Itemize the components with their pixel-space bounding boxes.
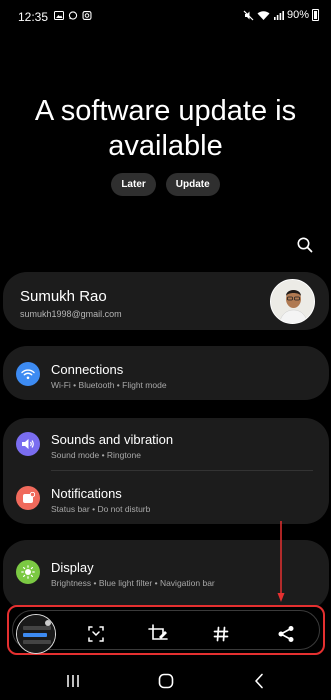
battery-icon [312,9,319,21]
wifi-icon [257,10,270,20]
settings-item-subtitle: Sound mode • Ringtone [51,450,141,460]
notification-icon [22,492,35,503]
update-button[interactable]: Update [165,173,220,196]
notification-icons [54,11,92,20]
settings-screen: 12:35 90% A software update is available… [0,0,331,700]
back-button[interactable] [249,672,269,690]
account-name: Sumukh Rao [20,288,107,305]
recents-icon [67,675,79,687]
divider [51,470,313,471]
avatar-photo [271,280,314,323]
settings-item-title: Connections [51,362,124,377]
navigation-bar [0,664,331,700]
gallery-icon [54,11,64,20]
screenshot-toolbar [7,605,325,655]
recents-button[interactable] [63,672,83,690]
settings-item-sounds[interactable]: Sounds and vibration Sound mode • Ringto… [3,418,329,470]
settings-item-title: Sounds and vibration [51,432,174,447]
home-button[interactable] [156,672,176,690]
settings-item-subtitle: Status bar • Do not disturb [51,504,151,514]
thumbnail-preview [17,615,55,653]
share-icon [278,626,294,642]
update-title-line2: available [108,130,223,162]
share-button[interactable] [275,623,297,645]
crop-edit-button[interactable] [147,623,169,645]
settings-item-subtitle: Brightness • Blue light filter • Navigat… [51,578,215,588]
scroll-capture-button[interactable] [85,623,107,645]
toolbar-pill [12,610,320,654]
home-icon [158,673,174,689]
instagram-icon [82,11,92,20]
hashtag-icon [213,626,229,642]
status-bar: 12:35 90% [0,0,331,32]
sun-icon [21,565,35,579]
settings-item-connections[interactable]: Connections Wi-Fi • Bluetooth • Flight m… [3,348,329,400]
annotation-arrow [277,521,285,602]
hashtag-button[interactable] [210,623,232,645]
update-title: A software update is available [0,94,331,164]
volume-icon [22,439,34,449]
search-button[interactable] [296,236,314,254]
display-icon [16,560,40,584]
avatar[interactable] [270,279,315,324]
back-icon [255,673,263,689]
search-icon [297,237,313,253]
update-title-line1: A software update is [34,95,297,127]
settings-item-title: Notifications [51,486,122,501]
wifi-icon [21,369,35,380]
screenshot-thumbnail[interactable] [16,614,56,654]
connections-icon [16,362,40,386]
status-right: 90% [243,9,319,21]
status-time: 12:35 [18,10,49,24]
scroll-capture-icon [88,626,104,642]
mute-icon [243,10,254,20]
crop-edit-icon [148,624,168,640]
account-card[interactable]: Sumukh Rao sumukh1998@gmail.com [3,272,329,330]
sounds-notifications-card: Sounds and vibration Sound mode • Ringto… [3,418,329,524]
notifications-icon [16,486,40,510]
sounds-icon [16,432,40,456]
settings-item-subtitle: Wi-Fi • Bluetooth • Flight mode [51,380,167,390]
later-button[interactable]: Later [111,173,156,196]
account-email: sumukh1998@gmail.com [20,309,122,319]
banner-buttons: Later Update [0,173,331,196]
settings-item-title: Display [51,560,94,575]
settings-item-notifications[interactable]: Notifications Status bar • Do not distur… [3,472,329,524]
signal-icon [273,10,284,20]
battery-percent: 90% [286,9,309,21]
whatsapp-icon [68,11,78,20]
connections-card: Connections Wi-Fi • Bluetooth • Flight m… [3,346,329,400]
